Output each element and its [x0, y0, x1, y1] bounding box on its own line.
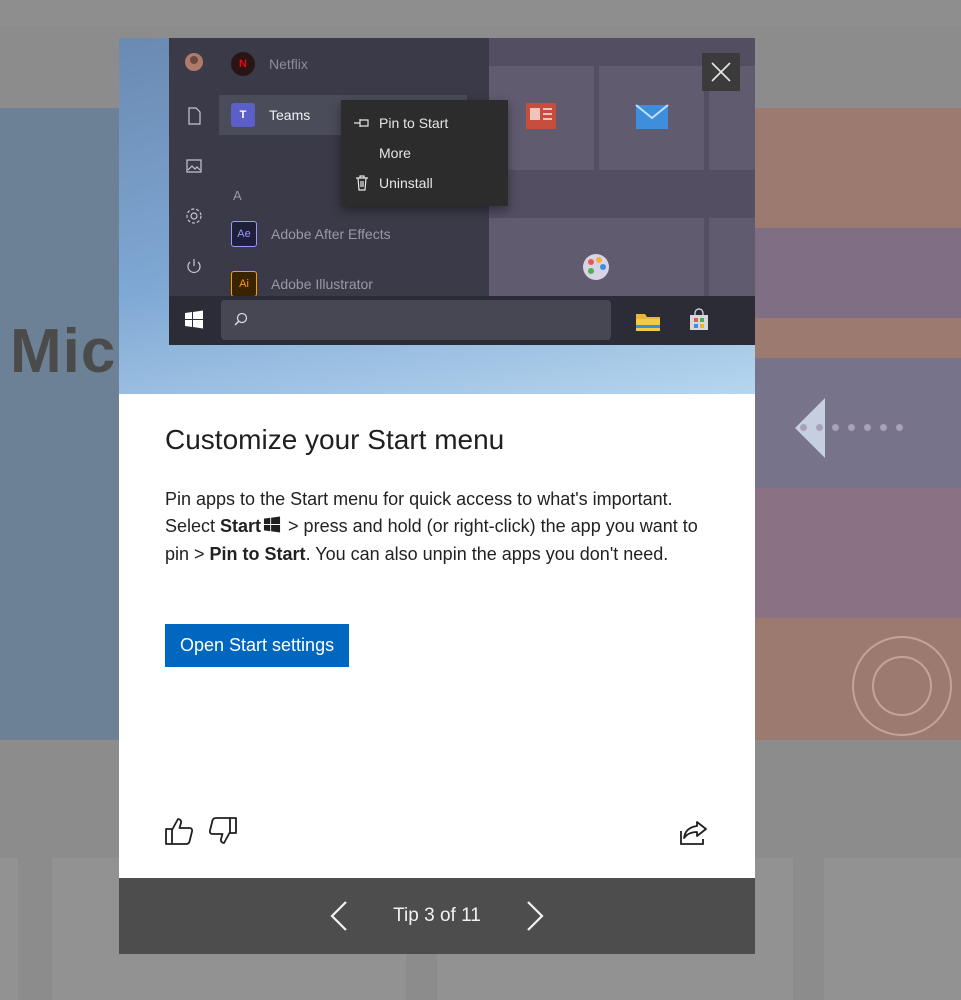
store-icon	[690, 308, 708, 330]
tip-dialog: N Netflix T Teams A Ae Adobe After Effec…	[119, 38, 755, 954]
document-icon	[184, 106, 204, 126]
settings-gear-icon	[184, 206, 204, 226]
background-art-band	[755, 488, 961, 618]
tip-hero-image: N Netflix T Teams A Ae Adobe After Effec…	[119, 38, 755, 394]
avatar-icon	[184, 52, 204, 72]
taskbar-illustration	[169, 296, 755, 345]
start-app-label: Adobe After Effects	[271, 226, 391, 242]
background-art-band	[755, 228, 961, 318]
background-top-bar	[0, 0, 961, 26]
start-app-label: Teams	[269, 107, 311, 123]
start-app-label: Adobe Illustrator	[271, 276, 373, 292]
power-icon	[184, 256, 204, 276]
background-ring-shape	[872, 656, 932, 716]
start-bold-text: Start	[220, 516, 262, 536]
tip-description: Pin apps to the Start menu for quick acc…	[165, 489, 698, 564]
thumbs-down-icon	[208, 817, 237, 844]
search-icon	[234, 312, 248, 326]
previous-tip-button[interactable]	[319, 896, 359, 936]
tip-title: Customize your Start menu	[165, 424, 505, 455]
start-app-after-effects: Ae Adobe After Effects	[219, 214, 469, 254]
share-button[interactable]	[675, 816, 711, 850]
close-button[interactable]	[702, 53, 740, 91]
paint-palette-icon	[583, 254, 609, 280]
context-item-label: More	[379, 145, 411, 161]
taskbar-search-box	[221, 300, 611, 340]
share-icon	[680, 821, 707, 845]
context-item-label: Uninstall	[379, 175, 433, 191]
close-icon	[711, 62, 731, 82]
start-tile	[489, 218, 704, 296]
context-more: More	[353, 140, 411, 166]
context-pin-to-start: Pin to Start	[353, 110, 448, 136]
windows-logo-icon	[185, 310, 203, 329]
netflix-icon: N	[231, 52, 255, 76]
context-item-label: Pin to Start	[379, 115, 449, 131]
chevron-left-icon	[330, 901, 347, 931]
open-start-settings-button[interactable]: Open Start settings	[165, 624, 350, 667]
context-uninstall: Uninstall	[353, 170, 433, 196]
start-section-letter: A	[233, 188, 242, 203]
file-explorer-icon	[636, 314, 660, 331]
background-card	[824, 858, 961, 1000]
context-menu: Pin to Start More Uninstall	[341, 100, 508, 206]
thumbs-up-button[interactable]	[163, 814, 197, 848]
mail-icon	[635, 104, 669, 129]
tip-counter: Tip 3 of 11	[393, 905, 481, 926]
tip-content: Customize your Start menu Pin apps to th…	[165, 424, 725, 568]
windows-logo-icon	[263, 514, 281, 541]
next-tip-button[interactable]	[515, 896, 555, 936]
thumbs-up-icon	[165, 818, 194, 845]
pin-to-start-bold-text: Pin to Start	[209, 544, 306, 564]
news-icon	[526, 103, 556, 129]
start-app-netflix: N Netflix	[219, 44, 469, 84]
background-card	[0, 858, 18, 1000]
start-tile	[709, 218, 755, 296]
after-effects-icon: Ae	[231, 221, 257, 247]
thumbs-down-button[interactable]	[205, 814, 239, 848]
background-dots	[800, 418, 961, 431]
pin-icon	[353, 114, 371, 132]
trash-icon	[353, 174, 371, 192]
pictures-icon	[184, 156, 204, 176]
start-menu-rail	[169, 38, 219, 296]
tip-pager: Tip 3 of 11	[119, 878, 755, 954]
start-menu-illustration: N Netflix T Teams A Ae Adobe After Effec…	[169, 38, 755, 345]
feedback-controls	[163, 814, 239, 848]
chevron-right-icon	[527, 901, 544, 931]
teams-icon: T	[231, 103, 255, 127]
start-app-label: Netflix	[269, 56, 308, 72]
start-tile	[599, 66, 704, 170]
illustrator-icon: Ai	[231, 271, 257, 297]
